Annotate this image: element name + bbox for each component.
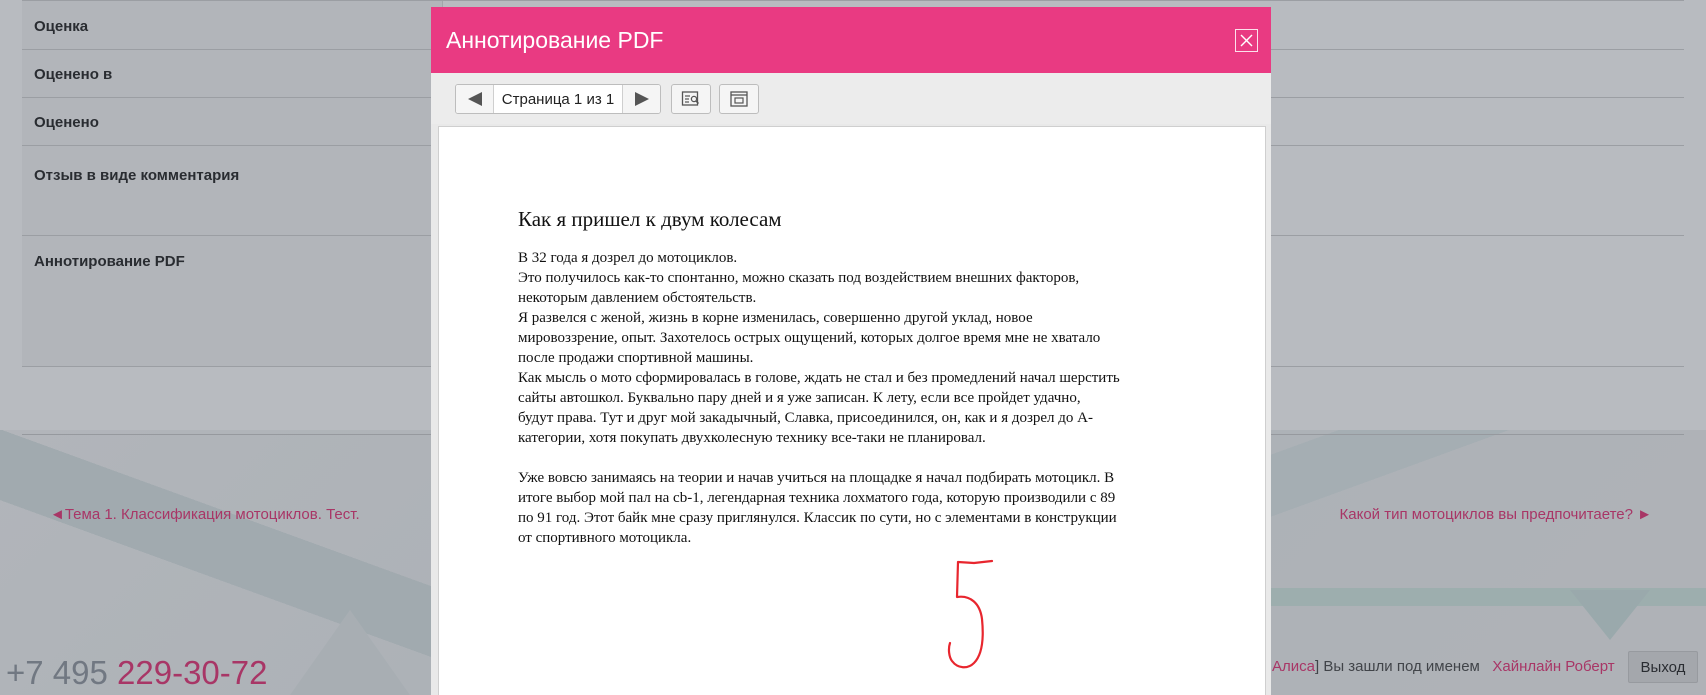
text-line: Я развелся с женой, жизнь в корне измени…	[518, 310, 1033, 326]
page-navigation: Страница 1 из 1	[455, 84, 661, 114]
text-line: от спортивного мотоцикла.	[518, 530, 692, 546]
pdf-toolbar: Страница 1 из 1	[431, 73, 1271, 124]
prev-page-button[interactable]	[456, 85, 494, 113]
text-line: Как мысль о мото сформировалась в голове…	[518, 370, 1120, 386]
document-paragraph: В 32 года я дозрел до мотоциклов. Это по…	[518, 248, 1198, 448]
text-line: после продажи спортивной машины.	[518, 350, 754, 366]
text-line: сайты автошкол. Буквально пару дней и я …	[518, 390, 1081, 406]
close-icon	[1240, 34, 1253, 47]
search-comments-button[interactable]	[671, 84, 711, 114]
text-line: Это получилось как-то спонтанно, можно с…	[518, 270, 1080, 286]
triangle-right-icon	[634, 92, 649, 106]
close-button[interactable]	[1235, 29, 1258, 52]
text-line: итоге выбор мой пал на cb-1, легендарная…	[518, 490, 1116, 506]
handwritten-grade-annotation[interactable]	[944, 559, 1004, 671]
pdf-page-viewer[interactable]: Как я пришел к двум колесам В 32 года я …	[438, 126, 1266, 695]
text-line: некоторым давлением обстоятельств.	[518, 290, 757, 306]
text-line: В 32 года я дозрел до мотоциклов.	[518, 250, 738, 266]
page-indicator: Страница 1 из 1	[494, 85, 622, 113]
dialog-title: Аннотирование PDF	[446, 27, 664, 53]
next-page-button[interactable]	[622, 85, 660, 113]
document-paragraph: Уже вовсю занимаясь на теории и начав уч…	[518, 468, 1198, 548]
search-document-icon	[681, 91, 700, 106]
pdf-document: Как я пришел к двум колесам В 32 года я …	[518, 207, 1198, 548]
text-line: мировоззрение, опыт. Захотелось острых о…	[518, 330, 1101, 346]
popup-window-icon	[730, 91, 748, 107]
ink-stroke	[947, 559, 994, 669]
text-line: категории, хотя покупать двухколесную те…	[518, 430, 986, 446]
text-line: будут права. Тут и друг мой закадычный, …	[518, 410, 1094, 426]
open-popup-button[interactable]	[719, 84, 759, 114]
pdf-annotation-dialog: Аннотирование PDF Страница 1 из 1 Как я …	[431, 7, 1271, 695]
document-title: Как я пришел к двум колесам	[518, 207, 782, 231]
dialog-header: Аннотирование PDF	[431, 7, 1271, 73]
triangle-left-icon	[467, 92, 482, 106]
text-line: по 91 год. Этот байк мне сразу приглянул…	[518, 510, 1117, 526]
text-line: Уже вовсю занимаясь на теории и начав уч…	[518, 470, 1115, 486]
